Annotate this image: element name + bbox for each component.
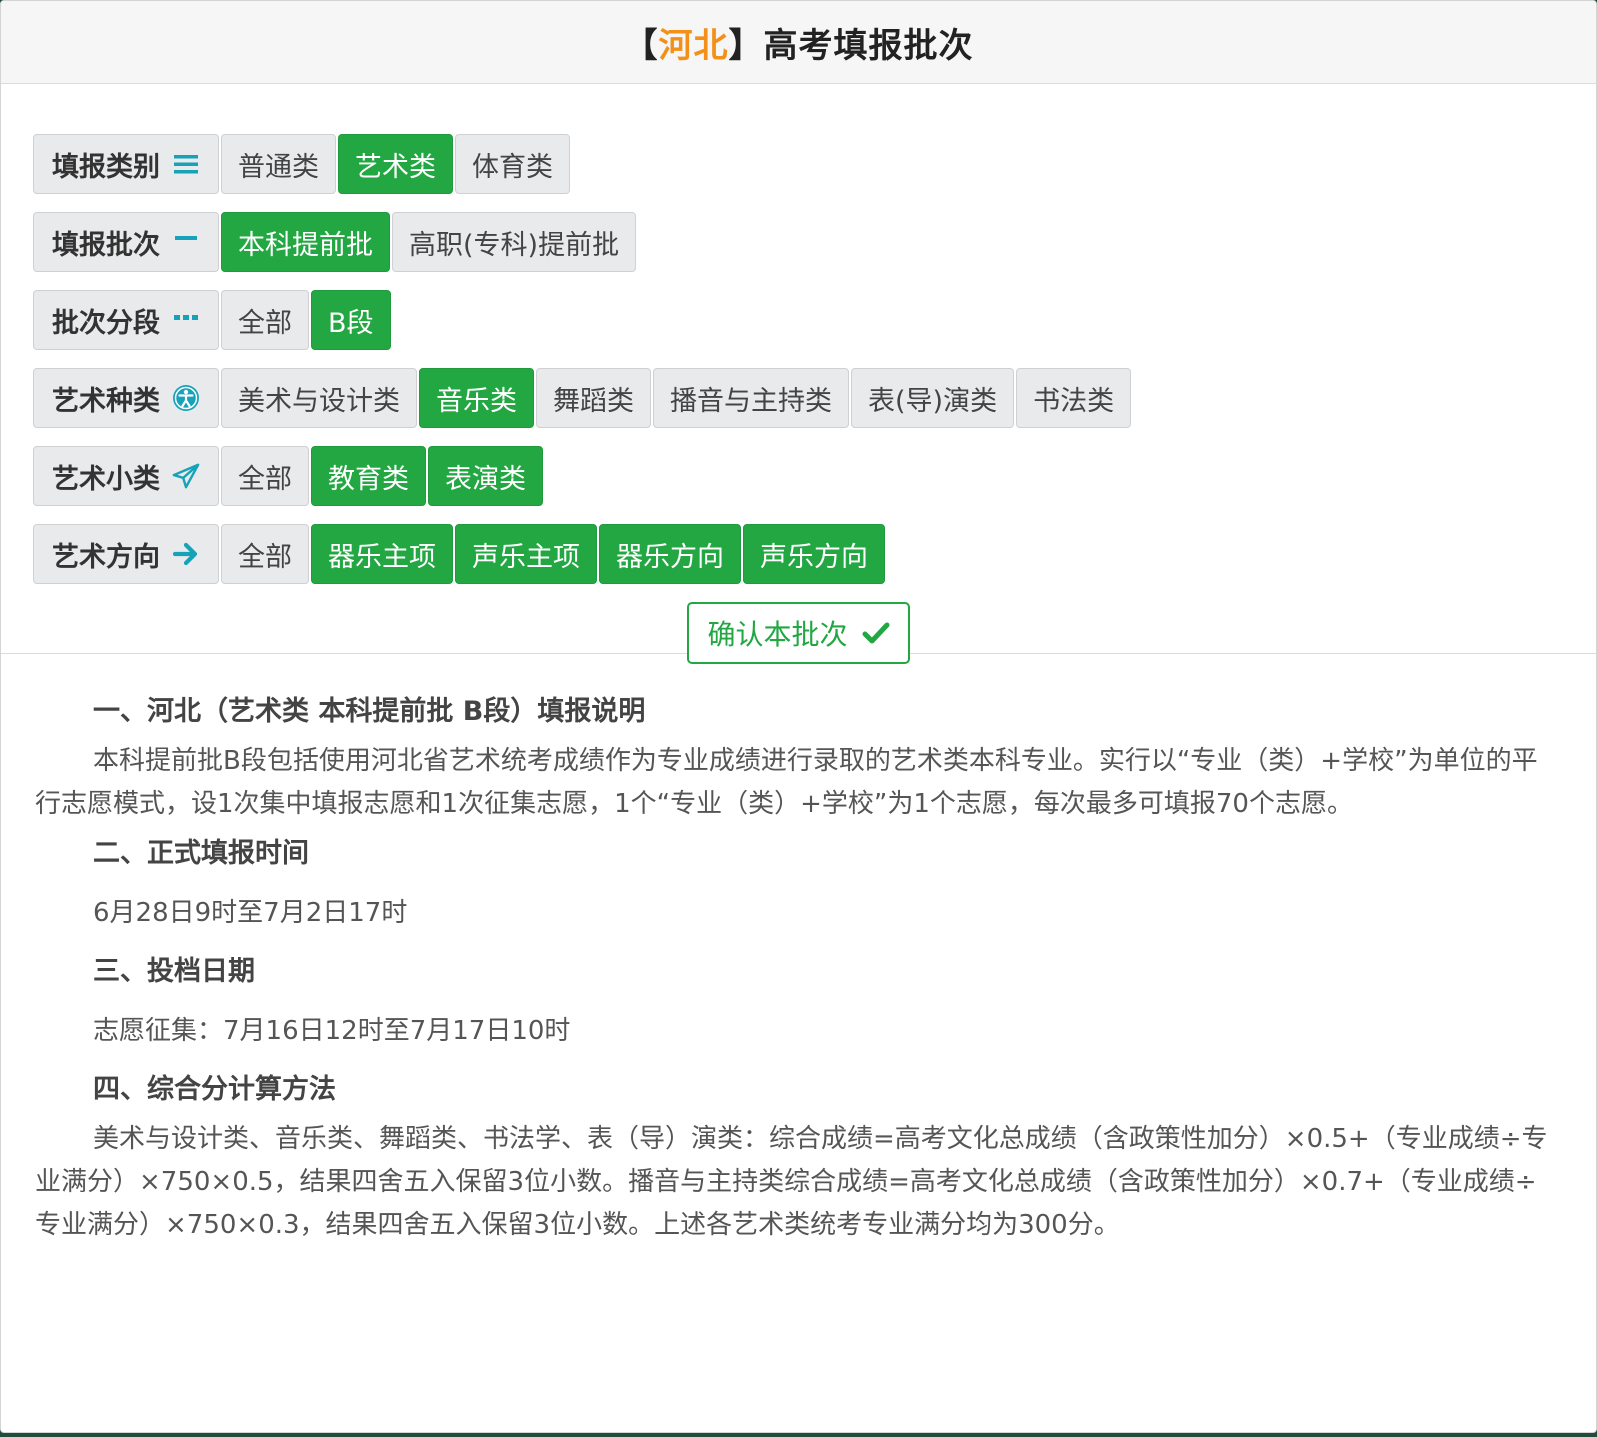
option-教育类[interactable]: 教育类: [311, 446, 426, 506]
accessibility-icon: [172, 384, 200, 412]
row-label: 艺术方向: [33, 524, 219, 584]
title-bracket-close: 】: [728, 25, 764, 66]
section-3-title: 三、投档日期: [93, 956, 255, 987]
section-4-title: 四、综合分计算方法: [93, 1074, 336, 1105]
option-本科提前批[interactable]: 本科提前批: [221, 212, 390, 272]
batch-info: 一、河北（艺术类 本科提前批 B段）填报说明 本科提前批B段包括使用河北省艺术统…: [1, 654, 1596, 1247]
row-label-text: 艺术种类: [52, 385, 160, 417]
row-label-text: 艺术方向: [52, 541, 160, 573]
option-row: 批次分段 全部 B段: [33, 290, 1564, 352]
row-label: 艺术小类: [33, 446, 219, 506]
option-全部[interactable]: 全部: [221, 290, 309, 350]
option-声乐方向[interactable]: 声乐方向: [743, 524, 885, 584]
option-播音与主持类[interactable]: 播音与主持类: [653, 368, 849, 428]
option-声乐主项[interactable]: 声乐主项: [455, 524, 597, 584]
option-row: 艺术小类 全部 教育类 表演类: [33, 446, 1564, 508]
option-B段[interactable]: B段: [311, 290, 391, 350]
option-表演类[interactable]: 表演类: [428, 446, 543, 506]
section-2-title: 二、正式填报时间: [93, 838, 309, 869]
row-label-text: 艺术小类: [52, 463, 160, 495]
option-书法类[interactable]: 书法类: [1016, 368, 1132, 428]
section-4-text: 美术与设计类、音乐类、舞蹈类、书法学、表（导）演类：综合成绩=高考文化总成绩（含…: [35, 1124, 1548, 1240]
row-label: 批次分段: [33, 290, 219, 350]
option-体育类[interactable]: 体育类: [455, 134, 570, 194]
title-bracket-open: 【: [623, 25, 659, 66]
option-表-导-演类[interactable]: 表(导)演类: [851, 368, 1015, 428]
list-icon: [172, 150, 200, 178]
option-row: 艺术种类 美术与设计类 音乐类 舞蹈类 播音与主持类 表(导)演类 书法类: [33, 368, 1564, 430]
option-高职-专科-提前批[interactable]: 高职(专科)提前批: [392, 212, 637, 272]
option-全部[interactable]: 全部: [221, 524, 309, 584]
option-rows: 填报类别 普通类 艺术类 体育类 填报批次 本科提前批 高职(专科)提前批 批次分段 全部 B段艺…: [33, 134, 1564, 586]
confirm-batch-label: 确认本批次: [707, 618, 848, 651]
option-row: 艺术方向 全部 器乐主项 声乐主项 器乐方向 声乐方向: [33, 524, 1564, 586]
arrow-right-icon: [172, 540, 200, 568]
row-label-text: 填报类别: [52, 151, 160, 183]
option-器乐主项[interactable]: 器乐主项: [311, 524, 453, 584]
confirm-batch-button[interactable]: 确认本批次: [687, 602, 910, 664]
option-艺术类[interactable]: 艺术类: [338, 134, 453, 194]
option-row: 填报批次 本科提前批 高职(专科)提前批: [33, 212, 1564, 274]
page-title: 【 河北 】 高考填报批次: [1, 1, 1596, 84]
title-province: 河北: [658, 25, 729, 66]
check-icon: [862, 621, 890, 645]
row-label-text: 批次分段: [52, 307, 160, 339]
row-label: 填报类别: [33, 134, 219, 194]
option-普通类[interactable]: 普通类: [221, 134, 336, 194]
row-label: 填报批次: [33, 212, 219, 272]
section-1-text: 本科提前批B段包括使用河北省艺术统考成绩作为专业成绩进行录取的艺术类本科专业。实…: [35, 746, 1538, 819]
selection-form: 填报类别 普通类 艺术类 体育类 填报批次 本科提前批 高职(专科)提前批 批次分段 全部 B段艺…: [1, 84, 1596, 664]
section-3-text: 志愿征集：7月16日12时至7月17日10时: [93, 1016, 571, 1046]
row-label: 艺术种类: [33, 368, 219, 428]
section-1-title: 一、河北（艺术类 本科提前批 B段）填报说明: [93, 696, 646, 727]
option-全部[interactable]: 全部: [221, 446, 309, 506]
ellipsis-icon: [172, 306, 200, 334]
option-舞蹈类[interactable]: 舞蹈类: [536, 368, 651, 428]
section-2-text: 6月28日9时至7月2日17时: [93, 898, 408, 928]
batch-panel: 【 河北 】 高考填报批次 填报类别 普通类 艺术类 体育类填报批次 本科提前批 高职(专…: [0, 0, 1597, 1433]
paper-plane-icon: [172, 462, 200, 490]
option-器乐方向[interactable]: 器乐方向: [599, 524, 741, 584]
title-text: 高考填报批次: [763, 25, 974, 66]
option-美术与设计类[interactable]: 美术与设计类: [221, 368, 417, 428]
minus-icon: [172, 228, 200, 256]
option-row: 填报类别 普通类 艺术类 体育类: [33, 134, 1564, 196]
option-音乐类[interactable]: 音乐类: [419, 368, 534, 428]
row-label-text: 填报批次: [52, 229, 160, 261]
